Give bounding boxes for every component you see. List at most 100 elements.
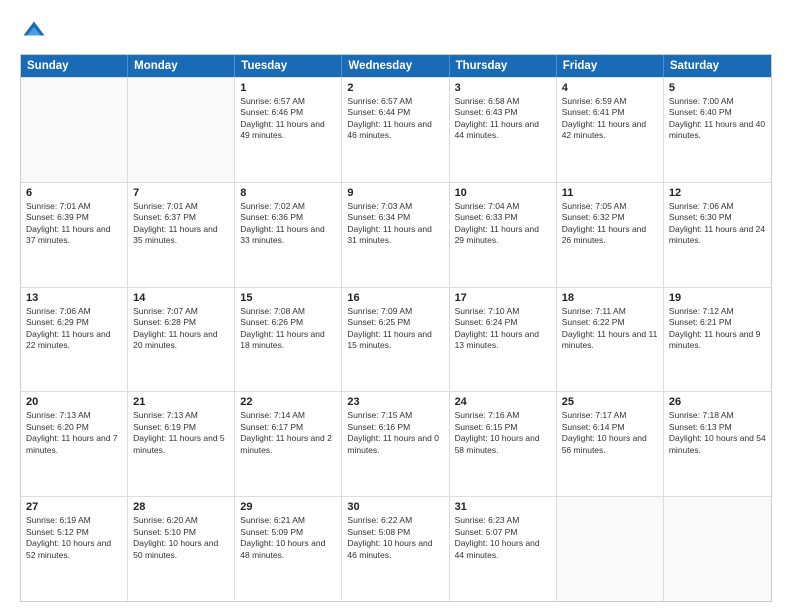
calendar-body: 1 Sunrise: 6:57 AM Sunset: 6:46 PM Daylig… xyxy=(21,77,771,601)
cell-sun-info: Sunrise: 7:13 AM Sunset: 6:19 PM Dayligh… xyxy=(133,410,229,456)
cell-date-number: 31 xyxy=(455,501,551,513)
cell-date-number: 23 xyxy=(347,396,443,408)
cell-date-number: 29 xyxy=(240,501,336,513)
cell-date-number: 24 xyxy=(455,396,551,408)
calendar-cell: 20 Sunrise: 7:13 AM Sunset: 6:20 PM Dayli… xyxy=(21,392,128,496)
calendar-cell: 21 Sunrise: 7:13 AM Sunset: 6:19 PM Dayli… xyxy=(128,392,235,496)
calendar-cell: 13 Sunrise: 7:06 AM Sunset: 6:29 PM Dayli… xyxy=(21,288,128,392)
cell-sun-info: Sunrise: 7:06 AM Sunset: 6:29 PM Dayligh… xyxy=(26,306,122,352)
cell-date-number: 20 xyxy=(26,396,122,408)
calendar-cell: 26 Sunrise: 7:18 AM Sunset: 6:13 PM Dayli… xyxy=(664,392,771,496)
cell-sun-info: Sunrise: 7:06 AM Sunset: 6:30 PM Dayligh… xyxy=(669,201,766,247)
cell-date-number: 28 xyxy=(133,501,229,513)
cell-date-number: 1 xyxy=(240,82,336,94)
calendar-cell: 25Sunrise: 7:17 AM Sunset: 6:14 PM Dayli… xyxy=(557,392,664,496)
calendar-header-wednesday: Wednesday xyxy=(342,55,449,77)
calendar-cell: 22 Sunrise: 7:14 AM Sunset: 6:17 PM Dayli… xyxy=(235,392,342,496)
calendar-header: SundayMondayTuesdayWednesdayThursdayFrid… xyxy=(21,55,771,77)
calendar-header-sunday: Sunday xyxy=(21,55,128,77)
calendar-cell: 27 Sunrise: 6:19 AM Sunset: 5:12 PM Dayli… xyxy=(21,497,128,601)
cell-date-number: 4 xyxy=(562,82,658,94)
calendar-cell xyxy=(128,78,235,182)
cell-sun-info: Sunrise: 7:15 AM Sunset: 6:16 PM Dayligh… xyxy=(347,410,443,456)
cell-date-number: 5 xyxy=(669,82,766,94)
cell-sun-info: Sunrise: 6:21 AM Sunset: 5:09 PM Dayligh… xyxy=(240,515,336,561)
cell-date-number: 27 xyxy=(26,501,122,513)
cell-date-number: 14 xyxy=(133,292,229,304)
cell-sun-info: Sunrise: 6:20 AM Sunset: 5:10 PM Dayligh… xyxy=(133,515,229,561)
calendar-header-friday: Friday xyxy=(557,55,664,77)
cell-sun-info: Sunrise: 7:05 AM Sunset: 6:32 PM Dayligh… xyxy=(562,201,658,247)
cell-date-number: 9 xyxy=(347,187,443,199)
cell-date-number: 26 xyxy=(669,396,766,408)
cell-sun-info: Sunrise: 7:03 AM Sunset: 6:34 PM Dayligh… xyxy=(347,201,443,247)
cell-sun-info: Sunrise: 6:23 AM Sunset: 5:07 PM Dayligh… xyxy=(455,515,551,561)
calendar-cell: 19Sunrise: 7:12 AM Sunset: 6:21 PM Dayli… xyxy=(664,288,771,392)
cell-date-number: 10 xyxy=(455,187,551,199)
cell-sun-info: Sunrise: 7:18 AM Sunset: 6:13 PM Dayligh… xyxy=(669,410,766,456)
cell-sun-info: Sunrise: 7:13 AM Sunset: 6:20 PM Dayligh… xyxy=(26,410,122,456)
calendar-cell: 28 Sunrise: 6:20 AM Sunset: 5:10 PM Dayli… xyxy=(128,497,235,601)
calendar-week-3: 13 Sunrise: 7:06 AM Sunset: 6:29 PM Dayli… xyxy=(21,287,771,392)
cell-sun-info: Sunrise: 6:58 AM Sunset: 6:43 PM Dayligh… xyxy=(455,96,551,142)
calendar-cell: 23 Sunrise: 7:15 AM Sunset: 6:16 PM Dayli… xyxy=(342,392,449,496)
calendar-cell: 14 Sunrise: 7:07 AM Sunset: 6:28 PM Dayli… xyxy=(128,288,235,392)
cell-sun-info: Sunrise: 7:04 AM Sunset: 6:33 PM Dayligh… xyxy=(455,201,551,247)
calendar-header-monday: Monday xyxy=(128,55,235,77)
cell-date-number: 11 xyxy=(562,187,658,199)
calendar-week-5: 27 Sunrise: 6:19 AM Sunset: 5:12 PM Dayli… xyxy=(21,496,771,601)
calendar-cell: 12 Sunrise: 7:06 AM Sunset: 6:30 PM Dayli… xyxy=(664,183,771,287)
cell-date-number: 13 xyxy=(26,292,122,304)
calendar-cell: 30 Sunrise: 6:22 AM Sunset: 5:08 PM Dayli… xyxy=(342,497,449,601)
cell-date-number: 22 xyxy=(240,396,336,408)
calendar-week-2: 6Sunrise: 7:01 AM Sunset: 6:39 PM Daylig… xyxy=(21,182,771,287)
cell-sun-info: Sunrise: 7:08 AM Sunset: 6:26 PM Dayligh… xyxy=(240,306,336,352)
calendar-header-thursday: Thursday xyxy=(450,55,557,77)
generalblue-icon xyxy=(20,18,48,46)
calendar-week-1: 1 Sunrise: 6:57 AM Sunset: 6:46 PM Daylig… xyxy=(21,77,771,182)
cell-sun-info: Sunrise: 7:07 AM Sunset: 6:28 PM Dayligh… xyxy=(133,306,229,352)
calendar-cell: 8Sunrise: 7:02 AM Sunset: 6:36 PM Daylig… xyxy=(235,183,342,287)
calendar-cell: 3Sunrise: 6:58 AM Sunset: 6:43 PM Daylig… xyxy=(450,78,557,182)
calendar-cell: 24 Sunrise: 7:16 AM Sunset: 6:15 PM Dayli… xyxy=(450,392,557,496)
cell-sun-info: Sunrise: 7:09 AM Sunset: 6:25 PM Dayligh… xyxy=(347,306,443,352)
cell-sun-info: Sunrise: 7:14 AM Sunset: 6:17 PM Dayligh… xyxy=(240,410,336,456)
calendar-cell: 17 Sunrise: 7:10 AM Sunset: 6:24 PM Dayli… xyxy=(450,288,557,392)
calendar-cell: 6Sunrise: 7:01 AM Sunset: 6:39 PM Daylig… xyxy=(21,183,128,287)
cell-sun-info: Sunrise: 7:00 AM Sunset: 6:40 PM Dayligh… xyxy=(669,96,766,142)
cell-sun-info: Sunrise: 6:59 AM Sunset: 6:41 PM Dayligh… xyxy=(562,96,658,142)
calendar-cell xyxy=(21,78,128,182)
calendar-cell: 4 Sunrise: 6:59 AM Sunset: 6:41 PM Daylig… xyxy=(557,78,664,182)
cell-date-number: 15 xyxy=(240,292,336,304)
cell-date-number: 7 xyxy=(133,187,229,199)
cell-date-number: 21 xyxy=(133,396,229,408)
cell-sun-info: Sunrise: 6:22 AM Sunset: 5:08 PM Dayligh… xyxy=(347,515,443,561)
cell-date-number: 8 xyxy=(240,187,336,199)
calendar-cell: 29 Sunrise: 6:21 AM Sunset: 5:09 PM Dayli… xyxy=(235,497,342,601)
calendar-header-tuesday: Tuesday xyxy=(235,55,342,77)
calendar-cell: 16Sunrise: 7:09 AM Sunset: 6:25 PM Dayli… xyxy=(342,288,449,392)
cell-date-number: 30 xyxy=(347,501,443,513)
cell-sun-info: Sunrise: 6:57 AM Sunset: 6:46 PM Dayligh… xyxy=(240,96,336,142)
cell-sun-info: Sunrise: 7:16 AM Sunset: 6:15 PM Dayligh… xyxy=(455,410,551,456)
cell-date-number: 18 xyxy=(562,292,658,304)
logo xyxy=(20,18,52,46)
calendar-cell: 7Sunrise: 7:01 AM Sunset: 6:37 PM Daylig… xyxy=(128,183,235,287)
cell-sun-info: Sunrise: 7:17 AM Sunset: 6:14 PM Dayligh… xyxy=(562,410,658,456)
calendar-cell: 1 Sunrise: 6:57 AM Sunset: 6:46 PM Daylig… xyxy=(235,78,342,182)
cell-sun-info: Sunrise: 7:12 AM Sunset: 6:21 PM Dayligh… xyxy=(669,306,766,352)
calendar-cell: 11 Sunrise: 7:05 AM Sunset: 6:32 PM Dayli… xyxy=(557,183,664,287)
cell-date-number: 17 xyxy=(455,292,551,304)
cell-date-number: 2 xyxy=(347,82,443,94)
cell-sun-info: Sunrise: 6:57 AM Sunset: 6:44 PM Dayligh… xyxy=(347,96,443,142)
calendar-cell: 5 Sunrise: 7:00 AM Sunset: 6:40 PM Daylig… xyxy=(664,78,771,182)
calendar-cell: 9 Sunrise: 7:03 AM Sunset: 6:34 PM Daylig… xyxy=(342,183,449,287)
cell-sun-info: Sunrise: 7:10 AM Sunset: 6:24 PM Dayligh… xyxy=(455,306,551,352)
cell-sun-info: Sunrise: 6:19 AM Sunset: 5:12 PM Dayligh… xyxy=(26,515,122,561)
cell-date-number: 6 xyxy=(26,187,122,199)
calendar-cell: 2 Sunrise: 6:57 AM Sunset: 6:44 PM Daylig… xyxy=(342,78,449,182)
cell-sun-info: Sunrise: 7:11 AM Sunset: 6:22 PM Dayligh… xyxy=(562,306,658,352)
cell-date-number: 12 xyxy=(669,187,766,199)
calendar-cell: 18 Sunrise: 7:11 AM Sunset: 6:22 PM Dayli… xyxy=(557,288,664,392)
calendar-cell xyxy=(557,497,664,601)
